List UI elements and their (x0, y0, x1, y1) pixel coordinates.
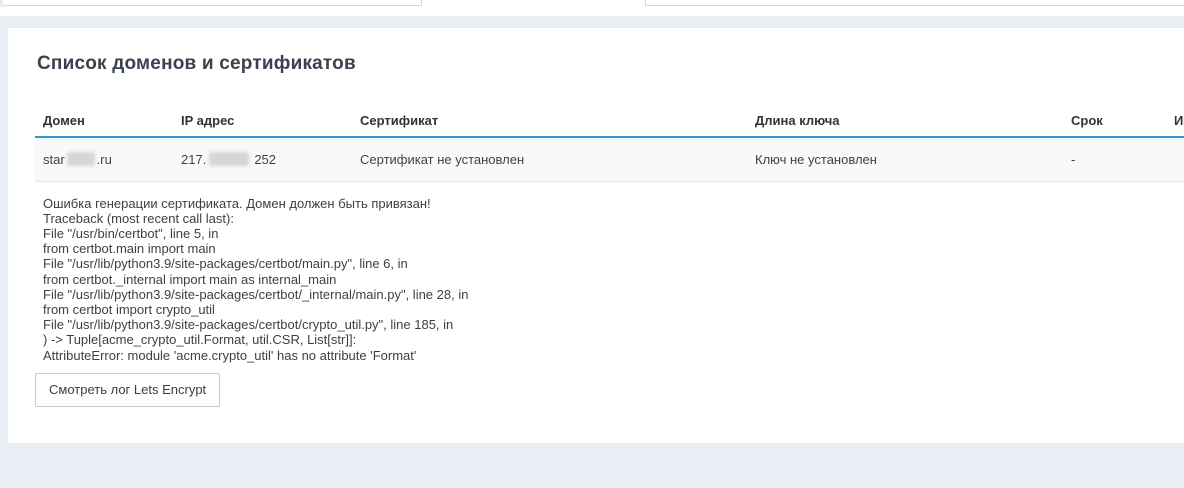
error-log-line: ) -> Tuple[acme_crypto_util.Format, util… (43, 332, 1184, 347)
ip-cell: 217.252 (173, 137, 352, 181)
key-length-cell: Ключ не установлен (747, 137, 1063, 181)
table-header-row: Домен IP адрес Сертификат Длина ключа Ср… (35, 105, 1184, 137)
view-lets-encrypt-log-button[interactable]: Смотреть лог Lets Encrypt (35, 373, 220, 407)
column-header-certificate: Сертификат (352, 105, 747, 137)
domains-table-wrapper: Домен IP адрес Сертификат Длина ключа Ср… (35, 105, 1184, 182)
column-header-ip: IP адрес (173, 105, 352, 137)
term-cell: - (1063, 137, 1166, 181)
error-log-line: Traceback (most recent call last): (43, 211, 1184, 226)
inactive-tab-edge-left[interactable] (3, 0, 422, 6)
tab-strip-corner (0, 0, 3, 7)
error-log-line: from certbot import crypto_util (43, 302, 1184, 317)
redaction-blur (67, 152, 95, 166)
table-row[interactable]: star.ru 217.252 Сертификат не установлен… (35, 137, 1184, 181)
certificate-cell: Сертификат не установлен (352, 137, 747, 181)
column-header-term: Срок (1063, 105, 1166, 137)
redaction-blur (209, 152, 249, 166)
error-log-line: from certbot._internal import main as in… (43, 272, 1184, 287)
inactive-tab-edge-right[interactable] (645, 0, 1184, 6)
certificate-error-log: Ошибка генерации сертификата. Домен долж… (43, 196, 1184, 363)
issuer-cell (1166, 137, 1184, 181)
page: { "page": { "title": "Список доменов и с… (0, 0, 1184, 488)
error-log-line: File "/usr/bin/certbot", line 5, in (43, 226, 1184, 241)
error-log-line: from certbot.main import main (43, 241, 1184, 256)
page-title: Список доменов и сертификатов (37, 53, 1184, 75)
domains-table: Домен IP адрес Сертификат Длина ключа Ср… (35, 105, 1184, 182)
column-header-issuer: Издатель (1166, 105, 1184, 137)
error-log-line: File "/usr/lib/python3.9/site-packages/c… (43, 287, 1184, 302)
domain-cell: star.ru (35, 137, 173, 181)
tab-strip (0, 0, 1184, 16)
error-log-line: AttributeError: module 'acme.crypto_util… (43, 348, 1184, 363)
error-log-line: Ошибка генерации сертификата. Домен долж… (43, 196, 1184, 211)
error-log-line: File "/usr/lib/python3.9/site-packages/c… (43, 256, 1184, 271)
error-log-line: File "/usr/lib/python3.9/site-packages/c… (43, 317, 1184, 332)
domains-certificates-panel: Список доменов и сертификатов Домен IP а… (8, 28, 1184, 443)
column-header-key-length: Длина ключа (747, 105, 1063, 137)
column-header-domain: Домен (35, 105, 173, 137)
